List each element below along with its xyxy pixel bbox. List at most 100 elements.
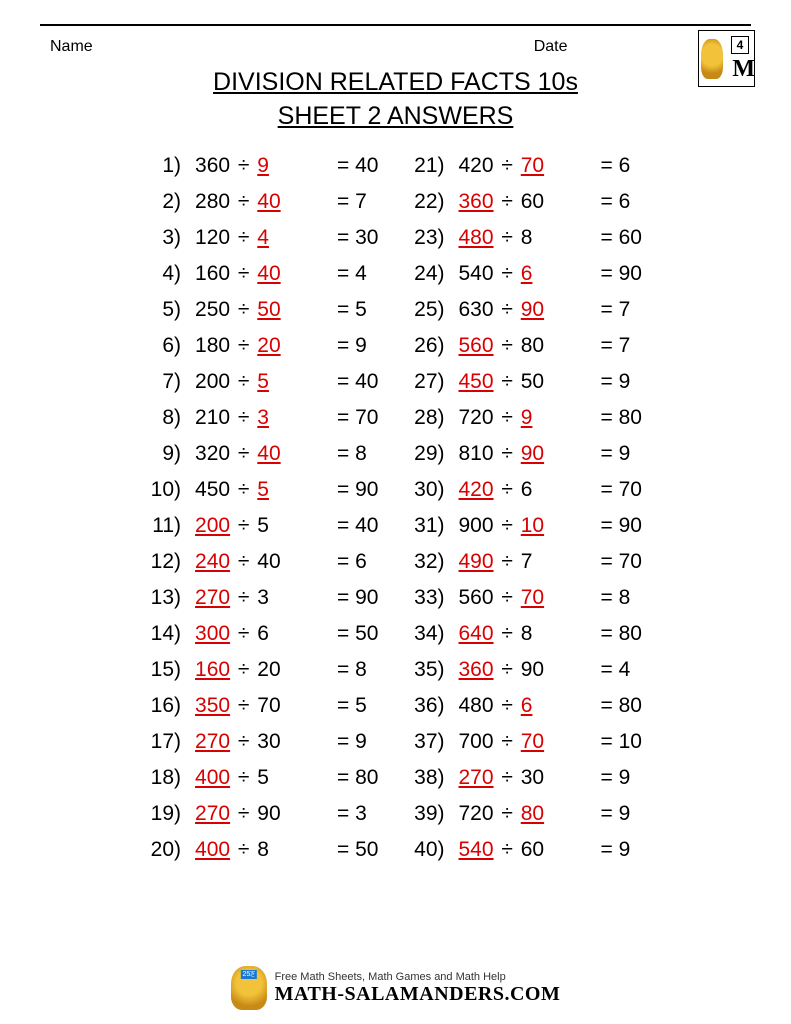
division-sign: ÷ xyxy=(494,730,521,753)
divisor: 80 xyxy=(521,334,544,357)
footer-tagline: Free Math Sheets, Math Games and Math He… xyxy=(275,971,561,983)
problem-result: = 80 xyxy=(587,616,642,652)
problem-result: = 8 xyxy=(323,436,378,472)
problem-expression: 400 ÷ 5 xyxy=(195,760,323,796)
dividend: 450 xyxy=(195,478,230,501)
problem-expression: 420 ÷ 70 xyxy=(459,148,587,184)
division-sign: ÷ xyxy=(230,370,257,393)
problem-expression: 450 ÷ 50 xyxy=(459,364,587,400)
division-sign: ÷ xyxy=(494,442,521,465)
problem-result: = 6 xyxy=(323,544,378,580)
problem-number: 7) xyxy=(149,364,195,400)
dividend: 900 xyxy=(459,514,494,537)
footer-logo: Free Math Sheets, Math Games and Math He… xyxy=(231,966,561,1010)
problem-row: 8)210 ÷ 3= 70 xyxy=(149,400,378,436)
problem-expression: 280 ÷ 40 xyxy=(195,184,323,220)
problem-expression: 480 ÷ 8 xyxy=(459,220,587,256)
problem-row: 14)300 ÷ 6= 50 xyxy=(149,616,378,652)
problem-result: = 7 xyxy=(587,292,642,328)
problem-number: 34) xyxy=(413,616,459,652)
problem-number: 15) xyxy=(149,652,195,688)
dividend: 420 xyxy=(459,154,494,177)
problem-row: 23)480 ÷ 8= 60 xyxy=(413,220,642,256)
problem-expression: 320 ÷ 40 xyxy=(195,436,323,472)
divisor: 50 xyxy=(521,370,544,393)
dividend: 490 xyxy=(459,550,494,573)
footer: Free Math Sheets, Math Games and Math He… xyxy=(0,966,791,1010)
problem-expression: 270 ÷ 30 xyxy=(195,724,323,760)
divisor: 6 xyxy=(521,262,533,285)
division-sign: ÷ xyxy=(230,766,257,789)
problem-result: = 9 xyxy=(323,328,378,364)
problem-result: = 80 xyxy=(587,688,642,724)
division-sign: ÷ xyxy=(230,730,257,753)
problem-row: 32)490 ÷ 7= 70 xyxy=(413,544,642,580)
problem-number: 35) xyxy=(413,652,459,688)
problem-number: 36) xyxy=(413,688,459,724)
problem-result: = 40 xyxy=(323,148,378,184)
problem-number: 4) xyxy=(149,256,195,292)
division-sign: ÷ xyxy=(494,334,521,357)
problem-row: 21)420 ÷ 70= 6 xyxy=(413,148,642,184)
problem-row: 5)250 ÷ 50= 5 xyxy=(149,292,378,328)
division-sign: ÷ xyxy=(494,406,521,429)
problem-row: 2)280 ÷ 40= 7 xyxy=(149,184,378,220)
dividend: 450 xyxy=(459,370,494,393)
problem-row: 15)160 ÷ 20= 8 xyxy=(149,652,378,688)
problem-row: 4)160 ÷ 40= 4 xyxy=(149,256,378,292)
problem-row: 9)320 ÷ 40= 8 xyxy=(149,436,378,472)
problem-row: 40)540 ÷ 60= 9 xyxy=(413,832,642,868)
division-sign: ÷ xyxy=(494,298,521,321)
problem-number: 25) xyxy=(413,292,459,328)
dividend: 320 xyxy=(195,442,230,465)
problem-row: 29)810 ÷ 90= 9 xyxy=(413,436,642,472)
problem-number: 37) xyxy=(413,724,459,760)
problem-result: = 40 xyxy=(323,364,378,400)
problem-expression: 270 ÷ 30 xyxy=(459,760,587,796)
division-sign: ÷ xyxy=(230,586,257,609)
problem-row: 10)450 ÷ 5= 90 xyxy=(149,472,378,508)
division-sign: ÷ xyxy=(230,154,257,177)
division-sign: ÷ xyxy=(494,226,521,249)
top-rule xyxy=(40,24,751,26)
problem-number: 21) xyxy=(413,148,459,184)
divisor: 20 xyxy=(257,658,280,681)
dividend: 360 xyxy=(459,190,494,213)
division-sign: ÷ xyxy=(494,154,521,177)
divisor: 7 xyxy=(521,550,533,573)
problem-row: 16)350 ÷ 70= 5 xyxy=(149,688,378,724)
problem-number: 6) xyxy=(149,328,195,364)
problem-result: = 9 xyxy=(323,724,378,760)
dividend: 540 xyxy=(459,262,494,285)
problem-result: = 8 xyxy=(323,652,378,688)
problem-number: 31) xyxy=(413,508,459,544)
problem-result: = 5 xyxy=(323,292,378,328)
divisor: 8 xyxy=(521,226,533,249)
problem-row: 33)560 ÷ 70= 8 xyxy=(413,580,642,616)
problem-expression: 560 ÷ 80 xyxy=(459,328,587,364)
problem-result: = 9 xyxy=(587,436,642,472)
division-sign: ÷ xyxy=(494,550,521,573)
problem-result: = 3 xyxy=(323,796,378,832)
problem-row: 13)270 ÷ 3= 90 xyxy=(149,580,378,616)
problem-number: 23) xyxy=(413,220,459,256)
divisor: 6 xyxy=(521,478,533,501)
dividend: 480 xyxy=(459,694,494,717)
problem-number: 8) xyxy=(149,400,195,436)
division-sign: ÷ xyxy=(230,622,257,645)
problem-row: 18)400 ÷ 5= 80 xyxy=(149,760,378,796)
problem-expression: 540 ÷ 60 xyxy=(459,832,587,868)
header-row: Name Date xyxy=(30,38,761,62)
problem-expression: 300 ÷ 6 xyxy=(195,616,323,652)
division-sign: ÷ xyxy=(230,442,257,465)
problem-expression: 270 ÷ 90 xyxy=(195,796,323,832)
problem-expression: 200 ÷ 5 xyxy=(195,508,323,544)
problem-expression: 420 ÷ 6 xyxy=(459,472,587,508)
problem-number: 16) xyxy=(149,688,195,724)
problems-column-right: 21)420 ÷ 70= 622)360 ÷ 60= 623)480 ÷ 8= … xyxy=(413,148,642,868)
dividend: 200 xyxy=(195,514,230,537)
problem-expression: 160 ÷ 20 xyxy=(195,652,323,688)
problem-number: 20) xyxy=(149,832,195,868)
problem-result: = 50 xyxy=(323,832,378,868)
problem-row: 17)270 ÷ 30= 9 xyxy=(149,724,378,760)
